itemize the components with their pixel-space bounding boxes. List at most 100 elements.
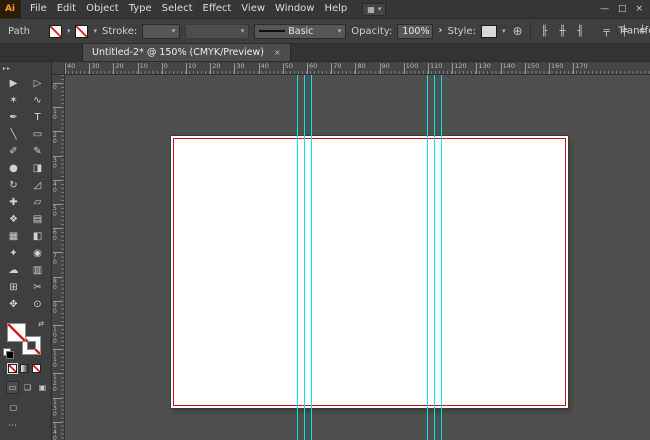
h-ruler-label: 50	[282, 63, 293, 74]
draw-normal-button[interactable]: ▭	[6, 381, 19, 394]
v-ruler-label: 1 0 0	[53, 325, 62, 345]
stroke-width-dropdown[interactable]: ▾	[142, 23, 181, 39]
perspective-grid-tool[interactable]: ▤	[26, 211, 50, 228]
canvas-area[interactable]	[65, 75, 650, 440]
color-button[interactable]	[7, 363, 18, 374]
h-ruler-label: 110	[428, 63, 442, 74]
menu-help[interactable]: Help	[319, 0, 352, 18]
toolbar-ellipsis[interactable]: ⋯	[8, 421, 51, 431]
chevron-down-icon[interactable]: ▾	[93, 27, 97, 35]
guide-line[interactable]	[434, 75, 435, 440]
free-transform-tool[interactable]: ▱	[26, 194, 50, 211]
close-button[interactable]: ×	[635, 4, 643, 14]
ruler-origin-corner[interactable]	[52, 62, 65, 75]
blend-tool[interactable]: ◉	[26, 245, 50, 262]
horizontal-ruler[interactable]: 40 30 20 10 0 10 20 30 40 50 60 70 80 90 100 110 120 130 1…	[52, 62, 650, 75]
v-ruler-label: 0	[53, 83, 62, 91]
document-tab[interactable]: Untitled-2* @ 150% (CMYK/Preview) ×	[82, 44, 291, 61]
paintbrush-tool[interactable]: ✐	[2, 143, 26, 160]
collapse-panel-icon[interactable]: ▸▸	[0, 62, 51, 75]
direct-selection-tool[interactable]: ▷	[26, 75, 50, 92]
menu-file[interactable]: File	[25, 0, 52, 18]
eraser-tool[interactable]: ◨	[26, 160, 50, 177]
menu-select[interactable]: Select	[157, 0, 198, 18]
transform-label[interactable]: Transform	[618, 26, 650, 37]
artboard-tool[interactable]: ⊞	[2, 279, 26, 296]
align-horizontal-right-icon[interactable]: ╢	[574, 26, 588, 37]
restore-button[interactable]: □	[618, 4, 627, 14]
magic-wand-tool[interactable]: ✶	[2, 92, 26, 109]
opacity-panel-chevron-icon[interactable]: ›	[438, 26, 442, 36]
h-ruler-label: 90	[379, 63, 390, 74]
artboard[interactable]	[171, 136, 568, 408]
hand-tool[interactable]: ✥	[2, 296, 26, 313]
rotate-tool[interactable]: ↻	[2, 177, 26, 194]
draw-inside-button[interactable]: ▣	[36, 381, 49, 394]
guide-line[interactable]	[441, 75, 442, 440]
rectangle-tool[interactable]: ▭	[26, 126, 50, 143]
v-ruler-label: 1 1 0	[53, 349, 62, 369]
h-ruler-label: 40	[65, 63, 75, 74]
align-horizontal-center-icon[interactable]: ╫	[556, 26, 570, 37]
guide-line[interactable]	[427, 75, 428, 440]
brush-definition-dropdown[interactable]: Basic ▾	[254, 23, 347, 39]
document-setup-icon[interactable]: ⊕	[512, 24, 522, 38]
width-tool[interactable]: ✚	[2, 194, 26, 211]
symbol-sprayer-tool[interactable]: ☁	[2, 262, 26, 279]
v-ruler-label: 3 0	[53, 155, 62, 170]
swap-fill-stroke-icon[interactable]: ⇄	[38, 320, 44, 328]
tab-close-icon[interactable]: ×	[274, 48, 281, 57]
vertical-ruler[interactable]: 0 1 0 2 0 3 0 4 0 5 0 6 0 7 0 8 0 9 0 1 0 0 1 1 0 1 …	[52, 75, 65, 440]
fill-color-swatch[interactable]	[48, 24, 62, 38]
v-ruler-label: 1 2 0	[53, 373, 62, 393]
width-profile-dropdown: ▾	[185, 23, 250, 39]
line-segment-tool[interactable]: ╲	[2, 126, 26, 143]
menu-window[interactable]: Window	[270, 0, 319, 18]
menu-edit[interactable]: Edit	[52, 0, 81, 18]
zoom-tool[interactable]: ⊙	[26, 296, 50, 313]
column-graph-tool[interactable]: ▥	[26, 262, 50, 279]
align-horizontal-left-icon[interactable]: ╟	[538, 26, 552, 37]
none-button[interactable]	[32, 364, 41, 373]
h-ruler-label: 20	[113, 63, 124, 74]
v-ruler-label: 8 0	[53, 276, 62, 291]
eyedropper-tool[interactable]: ✦	[2, 245, 26, 262]
chevron-down-icon[interactable]: ▾	[67, 27, 71, 35]
pencil-tool[interactable]: ✎	[26, 143, 50, 160]
type-tool[interactable]: T	[26, 109, 50, 126]
default-fill-stroke-icon[interactable]	[3, 348, 14, 359]
v-ruler-label: 1 0	[53, 107, 62, 121]
chevron-down-icon[interactable]: ▾	[502, 27, 506, 35]
draw-behind-button[interactable]: ❏	[21, 381, 34, 394]
app-logo[interactable]: Ai	[0, 0, 21, 18]
scale-tool[interactable]: ◿	[26, 177, 50, 194]
guide-line[interactable]	[297, 75, 298, 440]
v-ruler-label: 6 0	[53, 228, 62, 242]
menu-object[interactable]: Object	[81, 0, 124, 18]
h-ruler-label: 160	[549, 63, 563, 74]
opacity-input[interactable]: 100%	[397, 23, 434, 39]
h-ruler-label: 10	[186, 63, 196, 74]
selection-tool[interactable]: ▶	[2, 75, 26, 92]
workspace-switcher[interactable]: ▦ ▾	[362, 2, 387, 16]
style-swatch[interactable]	[480, 24, 497, 38]
fill-indicator[interactable]	[7, 323, 26, 342]
stroke-color-swatch[interactable]	[75, 24, 89, 38]
guide-line[interactable]	[304, 75, 305, 440]
slice-tool[interactable]: ✂	[26, 279, 50, 296]
gradient-tool[interactable]: ◧	[26, 228, 50, 245]
pen-tool[interactable]: ✒	[2, 109, 26, 126]
guide-line[interactable]	[311, 75, 312, 440]
menu-view[interactable]: View	[236, 0, 270, 18]
screen-mode-button[interactable]: ▢	[7, 401, 20, 414]
blob-brush-tool[interactable]: ●	[2, 160, 26, 177]
menu-effect[interactable]: Effect	[198, 0, 237, 18]
align-vertical-top-icon[interactable]: ╤	[600, 26, 614, 37]
minimize-button[interactable]: —	[600, 4, 609, 14]
lasso-tool[interactable]: ∿	[26, 92, 50, 109]
h-ruler-label: 150	[524, 63, 539, 74]
shape-builder-tool[interactable]: ❖	[2, 211, 26, 228]
mesh-tool[interactable]: ▦	[2, 228, 26, 245]
menu-type[interactable]: Type	[124, 0, 157, 18]
gradient-button[interactable]	[20, 364, 29, 373]
